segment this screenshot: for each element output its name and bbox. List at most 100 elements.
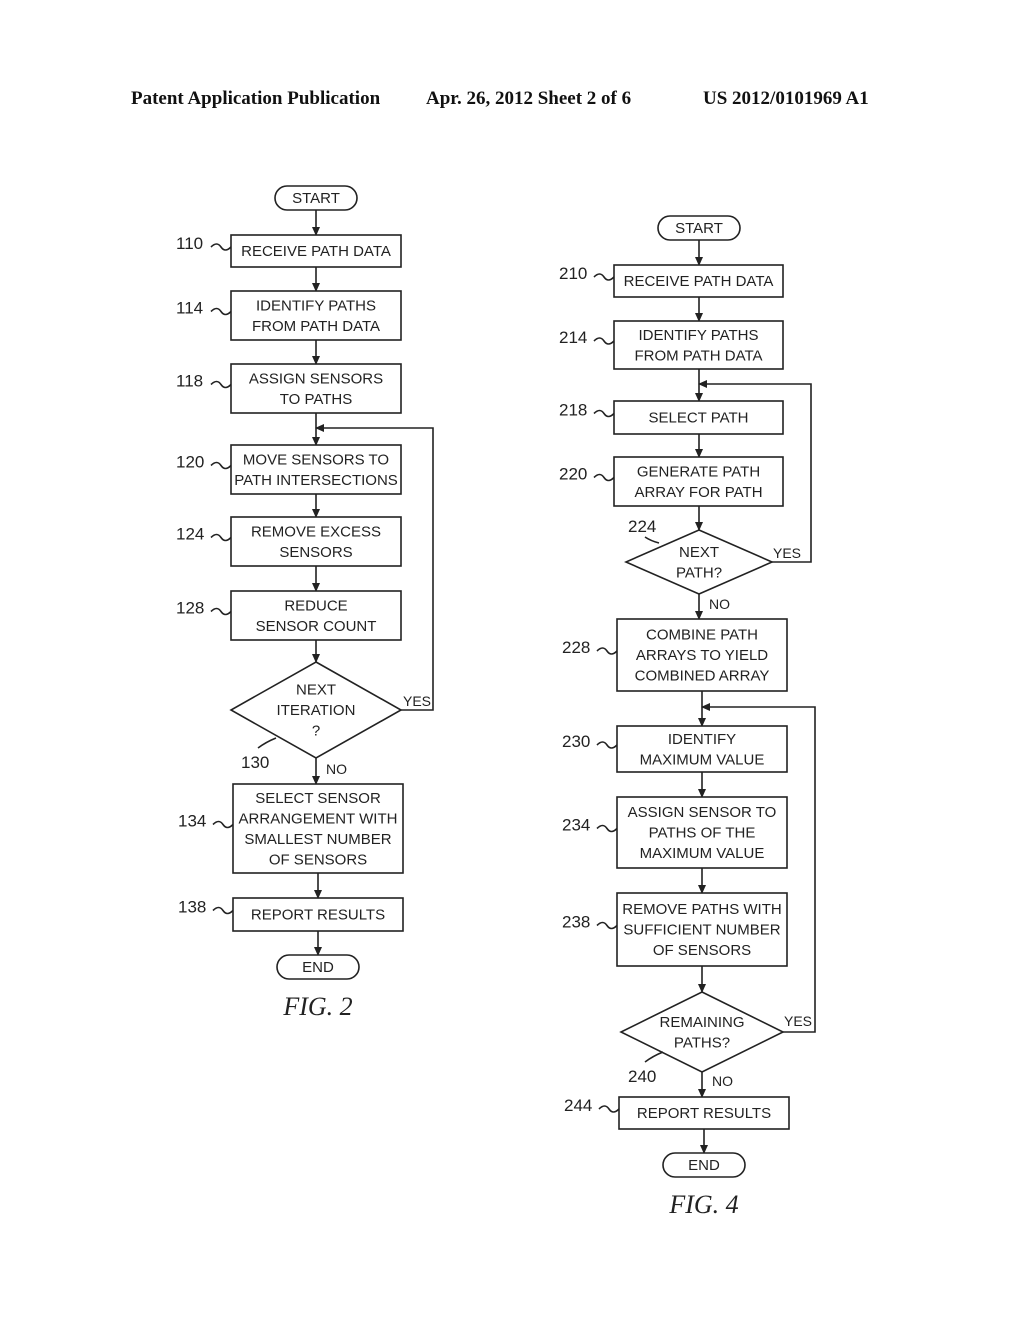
fig2-step-118: ASSIGN SENSORS TO PATHS 118	[176, 363, 402, 414]
fig2-step-124: REMOVE EXCESS SENSORS 124	[176, 516, 402, 567]
fig2-step-120-ref-number: 120	[176, 453, 204, 472]
fig2-step-114-text: IDENTIFY PATHS	[256, 297, 376, 314]
fig2-start-terminal: START	[274, 185, 358, 211]
fig2-step-134: SELECT SENSOR ARRANGEMENT WITH SMALLEST NU…	[178, 783, 404, 874]
fig4-decision1-leader	[644, 536, 660, 544]
fig4-decision2-ref-number: 240	[628, 1067, 656, 1086]
fig4-step-228: COMBINE PATH ARRAYS TO YIELD COMBINED ARRA…	[562, 618, 788, 692]
fig2-step-124-text: REMOVE EXCESS	[251, 523, 381, 540]
fig2-start-terminal-label: START	[292, 190, 340, 207]
figure-4-flowchart: START RECEIVE PATH DATA 210 IDENTIFY PATHS F…	[559, 215, 816, 1219]
fig2-step-120: MOVE SENSORS TO PATH INTERSECTIONS 120	[176, 444, 402, 495]
fig4-step-218-leader	[593, 409, 615, 418]
fig4-start-terminal: START	[657, 215, 741, 241]
fig4-step-230-text: MAXIMUM VALUE	[640, 751, 765, 768]
fig2-decision-130-text: ITERATION	[277, 702, 356, 719]
fig2-no-label: NO	[326, 761, 347, 777]
fig4-step-220-text: GENERATE PATH	[637, 463, 760, 480]
fig4-step-220-leader	[593, 473, 615, 482]
fig2-step-134-text: SMALLEST NUMBER	[244, 831, 391, 848]
fig4-step-234-leader	[596, 824, 618, 833]
fig4-decision1-ref-number: 224	[628, 517, 656, 536]
fig4-start-terminal-label: START	[675, 220, 723, 237]
fig2-step-138-text: REPORT RESULTS	[251, 907, 385, 924]
fig4-decision-240-shape	[619, 991, 785, 1073]
fig4-step-210-text: RECEIVE PATH DATA	[624, 273, 774, 290]
fig4-step-238-text: OF SENSORS	[653, 942, 751, 959]
fig4-decision2-no-label: NO	[712, 1073, 733, 1089]
fig2-step-118-ref-number: 118	[176, 372, 203, 391]
fig4-step-228-leader	[596, 647, 618, 655]
fig4-decision2-yes-label: YES	[784, 1013, 812, 1029]
fig2-end-terminal: END	[276, 954, 360, 980]
fig2-step-110-text: RECEIVE PATH DATA	[241, 243, 391, 260]
fig4-step-214-leader	[593, 337, 615, 345]
fig4-step-244-leader	[598, 1105, 620, 1113]
fig2-decision-130-text: NEXT	[296, 682, 336, 699]
fig4-step-210: RECEIVE PATH DATA 210	[559, 264, 784, 298]
fig4-step-238: REMOVE PATHS WITH SUFFICIENT NUMBER OF SEN…	[562, 892, 788, 967]
fig4-decision-240-text: REMAINING	[659, 1014, 744, 1031]
fig4-step-234-text: MAXIMUM VALUE	[640, 845, 765, 862]
fig4-step-210-ref-number: 210	[559, 264, 587, 283]
fig4-step-244-ref-number: 244	[564, 1096, 592, 1115]
fig4-step-214-text: FROM PATH DATA	[634, 347, 762, 364]
fig4-step-234-text: PATHS OF THE	[649, 825, 756, 842]
fig4-step-214-text: IDENTIFY PATHS	[638, 327, 758, 344]
fig4-end-terminal-label: END	[688, 1157, 720, 1174]
fig2-step-134-text: OF SENSORS	[269, 851, 367, 868]
fig2-step-110: RECEIVE PATH DATA 110	[176, 234, 402, 268]
fig4-step-230-leader	[596, 741, 618, 749]
fig4-decision-224-text: NEXT	[679, 544, 719, 561]
fig2-step-118-leader	[210, 380, 232, 389]
fig2-decision-130-text: ?	[312, 723, 320, 740]
fig2-end-terminal-label: END	[302, 959, 334, 976]
fig4-step-238-ref-number: 238	[562, 913, 590, 932]
fig4-step-238-text: SUFFICIENT NUMBER	[623, 922, 780, 939]
fig2-step-128: REDUCE SENSOR COUNT 128	[176, 590, 402, 641]
fig2-step-138-leader	[212, 906, 234, 915]
fig4-decision-240: REMAINING PATHS?	[619, 991, 785, 1073]
fig4-decision2-leader	[644, 1051, 664, 1063]
fig4-step-228-ref-number: 228	[562, 638, 590, 657]
figure-2-flowchart: START RECEIVE PATH DATA 110 IDENTIFY PATHS F…	[176, 185, 434, 1021]
fig4-caption: FIG. 4	[668, 1190, 738, 1219]
fig4-step-230-ref-number: 230	[562, 732, 590, 751]
fig4-decision1-no-label: NO	[709, 596, 730, 612]
fig2-step-138-ref-number: 138	[178, 898, 206, 917]
fig2-step-114-text: FROM PATH DATA	[252, 318, 380, 335]
fig4-step-228-text: COMBINE PATH	[646, 627, 758, 644]
fig4-step-218: SELECT PATH 218	[559, 400, 784, 435]
fig2-step-110-ref-number: 110	[176, 234, 203, 253]
fig4-step-214: IDENTIFY PATHS FROM PATH DATA 214	[559, 320, 784, 370]
fig2-step-118-text: TO PATHS	[280, 391, 353, 408]
fig2-step-134-text: ARRANGEMENT WITH	[239, 810, 398, 827]
fig4-decision-240-text: PATHS?	[674, 1034, 730, 1051]
fig4-decision1-yes-label: YES	[773, 545, 801, 561]
fig4-step-244-text: REPORT RESULTS	[637, 1105, 771, 1122]
fig2-step-120-text: MOVE SENSORS TO	[243, 451, 389, 468]
fig2-step-114: IDENTIFY PATHS FROM PATH DATA 114	[176, 290, 402, 341]
fig2-step-124-ref-number: 124	[176, 525, 204, 544]
fig2-step-134-text: SELECT SENSOR	[255, 790, 381, 807]
fig4-step-210-leader	[593, 273, 615, 281]
fig4-step-244: REPORT RESULTS 244	[564, 1096, 790, 1130]
fig2-step-120-text: PATH INTERSECTIONS	[234, 472, 398, 489]
fig2-decision-leader	[257, 737, 277, 749]
fig2-step-128-text: REDUCE	[284, 597, 347, 614]
fig2-decision-130: NEXT ITERATION?	[229, 661, 403, 759]
fig4-step-228-text: ARRAYS TO YIELD	[636, 647, 768, 664]
fig2-step-138: REPORT RESULTS 138	[178, 897, 404, 932]
fig4-step-234-ref-number: 234	[562, 816, 590, 835]
fig2-step-128-ref-number: 128	[176, 599, 204, 618]
fig4-step-234-text: ASSIGN SENSOR TO	[628, 804, 777, 821]
fig4-step-238-text: REMOVE PATHS WITH	[622, 901, 781, 918]
fig4-step-214-ref-number: 214	[559, 328, 587, 347]
fig4-step-234: ASSIGN SENSOR TO PATHS OF THE MAXIMUM VALU…	[562, 796, 788, 869]
fig2-step-128-leader	[210, 607, 232, 616]
fig4-step-220-ref-number: 220	[559, 465, 587, 484]
fig4-step-228-text: COMBINED ARRAY	[635, 668, 770, 685]
fig2-step-114-ref-number: 114	[176, 299, 203, 318]
flowchart-canvas: START RECEIVE PATH DATA 110 IDENTIFY PATHS F…	[176, 185, 816, 1219]
fig4-end-terminal: END	[662, 1152, 746, 1178]
